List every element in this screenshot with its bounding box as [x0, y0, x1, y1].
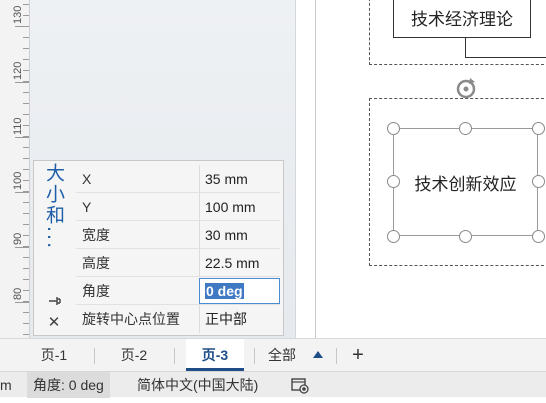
tab-divider [174, 348, 175, 364]
status-bar: m 角度: 0 deg 简体中文(中国大陆) [0, 371, 546, 398]
property-value-width[interactable]: 30 mm [199, 221, 280, 249]
ruler-major-tick [15, 247, 29, 248]
resize-handle-bottom[interactable] [459, 230, 472, 243]
ruler-major-tick [15, 302, 29, 303]
ruler-minor-tick [23, 70, 29, 71]
ruler-minor-tick [23, 48, 29, 49]
status-partial-text: m [0, 377, 12, 393]
property-value-pin-position[interactable]: 正中部 [199, 305, 280, 333]
page-boundary [315, 0, 316, 338]
resize-handle-top-left[interactable] [387, 122, 400, 135]
property-row-width: 宽度 30 mm [76, 221, 280, 249]
ruler-major-tick [15, 192, 29, 193]
ruler-minor-tick [23, 81, 29, 82]
property-value-x[interactable]: 35 mm [199, 165, 280, 193]
ruler-minor-tick [23, 268, 29, 269]
ruler-minor-tick [23, 15, 29, 16]
ruler-minor-tick [23, 180, 29, 181]
ruler-minor-tick [23, 246, 29, 247]
property-row-x: X 35 mm [76, 165, 280, 193]
connector-line [465, 38, 466, 58]
ruler-major-tick [15, 137, 29, 138]
ruler-minor-tick [23, 235, 29, 236]
ruler-minor-tick [23, 158, 29, 159]
page-tab-bar: 页-1 页-2 页-3 全部 + [0, 338, 546, 371]
rotate-handle-icon[interactable] [453, 75, 479, 101]
close-icon[interactable]: ✕ [46, 315, 62, 331]
property-row-y: Y 100 mm [76, 193, 280, 221]
property-table: X 35 mm Y 100 mm 宽度 30 mm 高度 22.5 mm 角度 … [76, 165, 280, 333]
property-value-angle-input[interactable]: 0 deg [199, 278, 280, 304]
ruler-minor-tick [23, 4, 29, 5]
ruler-minor-tick [23, 92, 29, 93]
status-language[interactable]: 简体中文(中国大陆) [137, 372, 258, 398]
tab-page-2[interactable]: 页-2 [104, 339, 164, 371]
ruler-minor-tick [23, 279, 29, 280]
property-label: 角度 [82, 283, 110, 299]
resize-handle-left[interactable] [387, 175, 400, 188]
ruler-label: 110 [12, 117, 24, 135]
status-angle[interactable]: 角度: 0 deg [27, 372, 110, 398]
ruler-major-tick [15, 82, 29, 83]
ruler-minor-tick [23, 59, 29, 60]
property-row-pin-position: 旋转中心点位置 正中部 [76, 305, 280, 333]
plus-icon[interactable]: + [348, 342, 368, 368]
resize-handle-top[interactable] [459, 122, 472, 135]
connector-line [465, 57, 546, 58]
property-label: X [82, 171, 92, 187]
ruler-minor-tick [23, 323, 29, 324]
ruler-minor-tick [23, 290, 29, 291]
shape-box-selected[interactable]: 技术创新效应 [393, 128, 538, 236]
resize-handle-top-right[interactable] [532, 122, 545, 135]
tab-divider [254, 348, 255, 364]
ruler-minor-tick [23, 334, 29, 335]
vertical-ruler[interactable]: 130120110100908070 [0, 0, 30, 338]
tab-page-1[interactable]: 页-1 [24, 339, 84, 371]
all-pages-button[interactable]: 全部 [268, 339, 296, 371]
property-row-height: 高度 22.5 mm [76, 249, 280, 277]
shape-label: 技术经济理论 [411, 9, 513, 30]
property-label: 高度 [82, 255, 110, 271]
ruler-minor-tick [23, 114, 29, 115]
property-label: 宽度 [82, 227, 110, 243]
ruler-minor-tick [23, 37, 29, 38]
property-value-height[interactable]: 22.5 mm [199, 249, 280, 277]
tab-divider [336, 348, 337, 364]
property-value-y[interactable]: 100 mm [199, 193, 280, 221]
ruler-minor-tick [23, 169, 29, 170]
caret-up-icon[interactable] [313, 351, 323, 358]
ruler-minor-tick [23, 312, 29, 313]
size-position-panel: 大小和... ✕ X 35 mm Y 100 mm 宽度 30 mm 高度 22… [33, 160, 284, 336]
ruler-minor-tick [23, 257, 29, 258]
ruler-minor-tick [23, 136, 29, 137]
selected-text: 0 deg [205, 283, 244, 299]
tab-page-3[interactable]: 页-3 [186, 339, 244, 371]
ruler-minor-tick [23, 202, 29, 203]
property-label: 旋转中心点位置 [82, 311, 180, 327]
shape-box-top[interactable]: 技术经济理论 [393, 0, 531, 38]
property-row-angle: 角度 0 deg [76, 277, 280, 305]
ruler-minor-tick [23, 213, 29, 214]
resize-handle-bottom-right[interactable] [532, 230, 545, 243]
ruler-minor-tick [23, 224, 29, 225]
ruler-minor-tick [23, 147, 29, 148]
ruler-minor-tick [23, 125, 29, 126]
property-label: Y [82, 199, 92, 215]
pin-icon[interactable] [46, 293, 62, 309]
ruler-minor-tick [23, 103, 29, 104]
ruler-minor-tick [23, 191, 29, 192]
tab-divider [94, 348, 95, 364]
resize-handle-right[interactable] [532, 175, 545, 188]
panel-title[interactable]: 大小和... [38, 163, 68, 293]
ruler-minor-tick [23, 26, 29, 27]
ruler-minor-tick [23, 301, 29, 302]
resize-handle-bottom-left[interactable] [387, 230, 400, 243]
record-macro-icon[interactable] [290, 372, 312, 398]
shape-label: 技术创新效应 [414, 174, 517, 195]
